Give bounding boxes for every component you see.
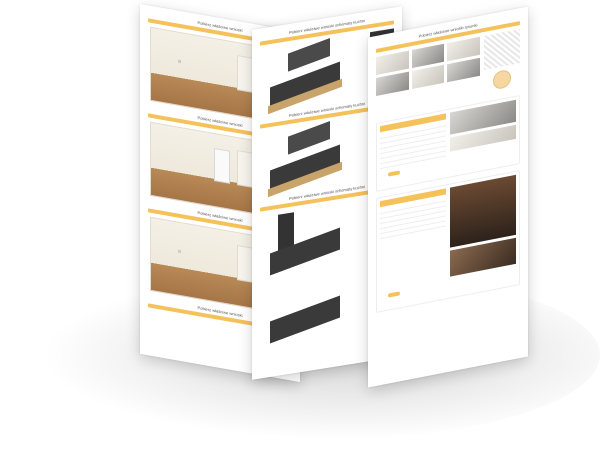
download-button[interactable] [388, 291, 400, 298]
photo-thumb [376, 50, 409, 75]
photo-thumb [447, 57, 480, 83]
avatar [493, 68, 511, 91]
photo-thumb [376, 71, 409, 96]
pattern-swatch [484, 29, 520, 71]
interior-photo [450, 174, 516, 248]
spec-panel [376, 170, 520, 313]
base-cabinet [270, 295, 340, 344]
page-sheet-gallery: Pobierz właściwe wnioski rysunki [368, 6, 528, 388]
switch-icon [178, 249, 181, 254]
mockup-stage: Pobierz właściwe wnioski Pobierz właściw… [0, 0, 616, 453]
fridge-icon [214, 147, 231, 184]
photo-thumb [411, 43, 445, 69]
switch-icon [178, 59, 181, 64]
download-button[interactable] [388, 170, 400, 177]
photo-thumb [411, 64, 445, 90]
photo-thumb [447, 36, 480, 62]
